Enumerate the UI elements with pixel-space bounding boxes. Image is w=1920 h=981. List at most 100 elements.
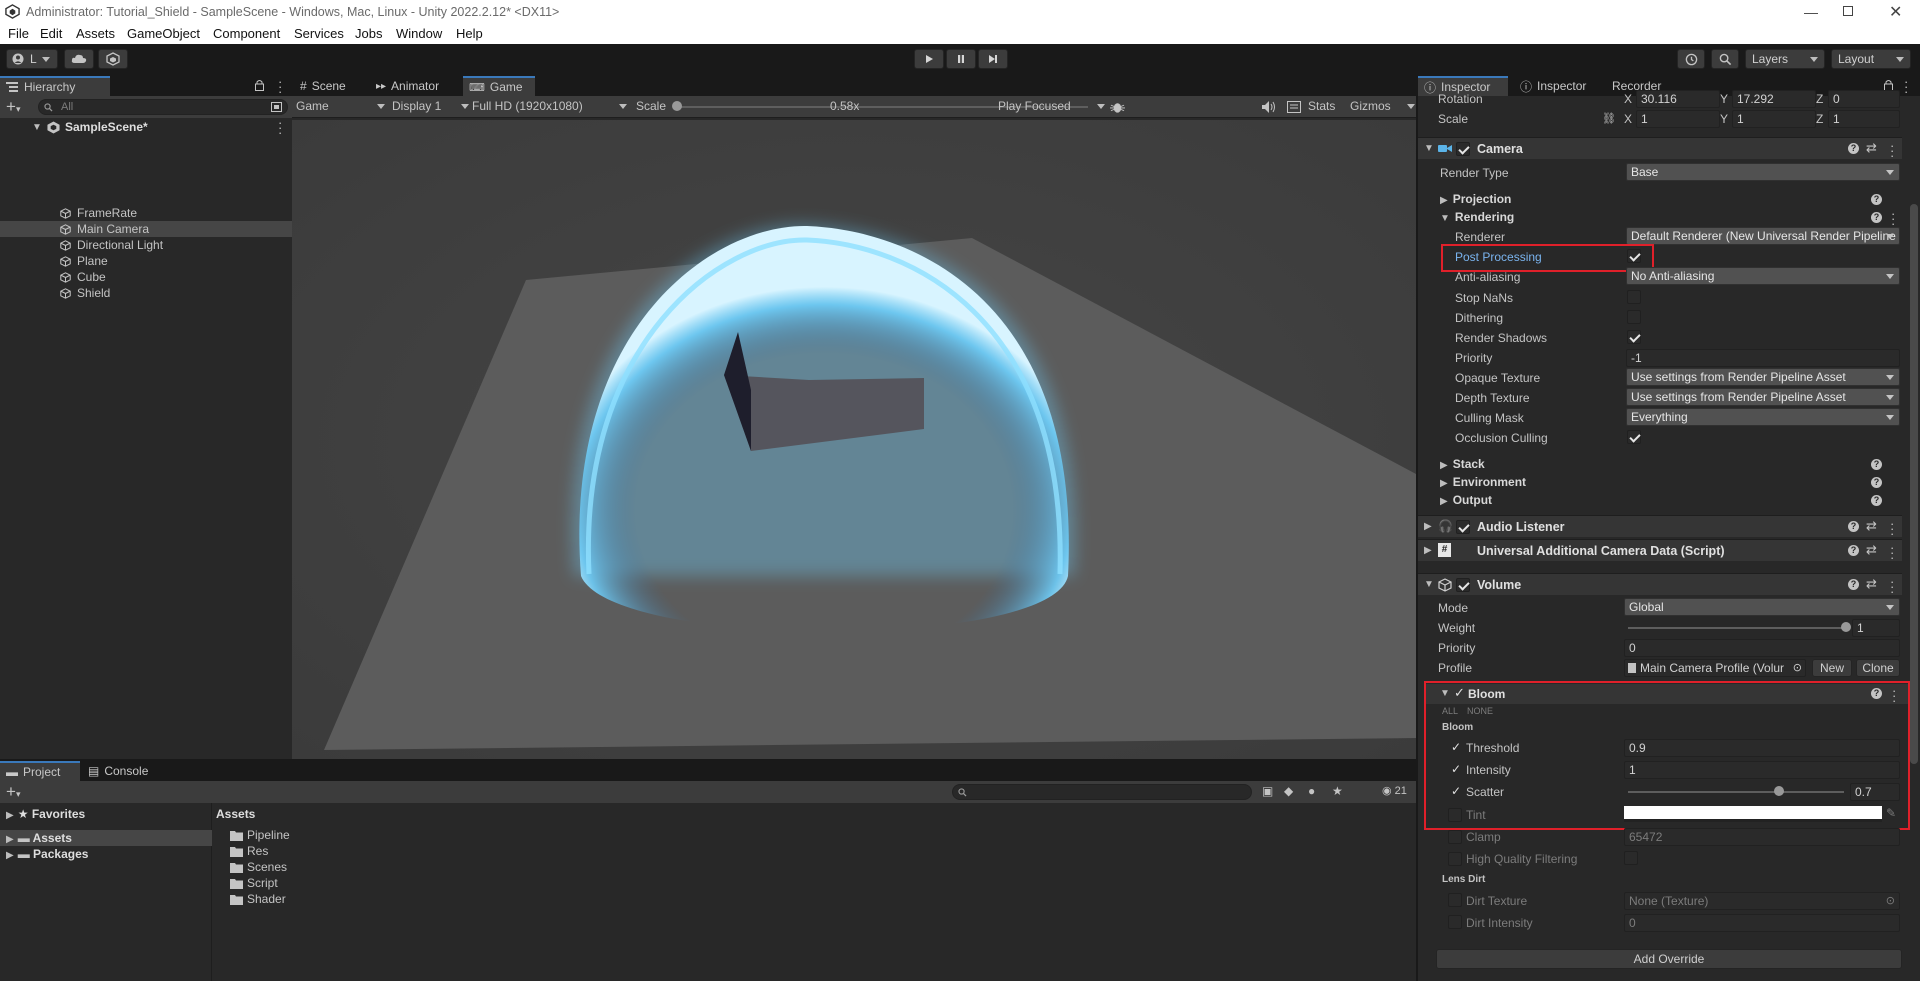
dirt-intensity-override-check[interactable] bbox=[1448, 915, 1462, 929]
rendering-menu-icon[interactable]: · · · bbox=[1891, 207, 1895, 230]
stats-button[interactable]: Stats bbox=[1308, 99, 1335, 113]
assets-breadcrumb[interactable]: Assets bbox=[216, 807, 255, 821]
tab-project[interactable]: ▬ Project bbox=[0, 761, 80, 781]
renderer-dropdown[interactable]: Default Renderer (New Universal Render P… bbox=[1626, 227, 1900, 245]
weight-slider-track[interactable] bbox=[1628, 627, 1846, 629]
audio-mute-icon[interactable] bbox=[1262, 101, 1276, 113]
menu-services[interactable]: Services bbox=[294, 26, 344, 41]
rotation-z-field[interactable]: 0 bbox=[1828, 90, 1900, 108]
inspector-menu-icon[interactable]: · · · bbox=[1904, 76, 1908, 98]
volume-enabled-checkbox[interactable] bbox=[1456, 578, 1470, 592]
menu-jobs[interactable]: Jobs bbox=[355, 26, 382, 41]
help-icon[interactable]: ? bbox=[1848, 143, 1859, 154]
object-picker-icon[interactable]: ⊙ bbox=[1886, 893, 1895, 909]
hq-filter-checkbox[interactable] bbox=[1624, 851, 1638, 865]
camera-priority-field[interactable]: -1 bbox=[1626, 349, 1900, 367]
filter-label-icon[interactable]: ◆ bbox=[1284, 784, 1293, 798]
anti-aliasing-dropdown[interactable]: No Anti-aliasing bbox=[1626, 267, 1900, 285]
resolution-dropdown[interactable]: Full HD (1920x1080) bbox=[472, 99, 632, 113]
output-foldout[interactable]: ▶ Output bbox=[1440, 493, 1492, 507]
preset-icon[interactable]: ⇄ bbox=[1866, 576, 1877, 592]
render-type-dropdown[interactable]: Base bbox=[1626, 163, 1900, 181]
help-icon[interactable]: ? bbox=[1848, 521, 1859, 532]
object-picker-icon[interactable]: ⊙ bbox=[1793, 660, 1802, 676]
project-add-icon[interactable]: +▾ bbox=[6, 782, 20, 802]
occlusion-culling-checkbox[interactable] bbox=[1627, 430, 1641, 444]
tab-inspector-2[interactable]: ⓘ Inspector bbox=[1520, 76, 1610, 96]
intensity-override-check[interactable]: ✓ bbox=[1451, 762, 1461, 776]
output-help-icon[interactable]: ? bbox=[1871, 495, 1882, 506]
projection-foldout[interactable]: ▶ Projection bbox=[1440, 192, 1511, 206]
play-button[interactable] bbox=[914, 49, 944, 69]
bloom-none-button[interactable]: NONE bbox=[1467, 706, 1493, 716]
rendering-foldout[interactable]: ▼ Rendering bbox=[1440, 210, 1514, 224]
volume-weight-field[interactable]: 1 bbox=[1852, 619, 1900, 637]
tab-animator[interactable]: ▸▸ Animator bbox=[376, 76, 454, 96]
close-icon[interactable]: ✕ bbox=[1889, 2, 1902, 22]
menu-file[interactable]: File bbox=[8, 26, 29, 41]
menu-component[interactable]: Component bbox=[213, 26, 280, 41]
add-icon[interactable]: +▾ bbox=[6, 97, 20, 117]
camera-menu-icon[interactable]: · · · bbox=[1890, 139, 1894, 162]
stack-help-icon[interactable]: ? bbox=[1871, 459, 1882, 470]
preset-icon[interactable]: ⇄ bbox=[1866, 140, 1877, 156]
game-mode-dropdown[interactable]: Game bbox=[296, 99, 386, 113]
opaque-texture-dropdown[interactable]: Use settings from Render Pipeline Asset bbox=[1626, 368, 1900, 386]
cloud-button[interactable] bbox=[64, 49, 94, 69]
lock-icon[interactable] bbox=[255, 79, 264, 91]
bloom-header[interactable]: ▼ ✓ Bloom ? · · · bbox=[1426, 684, 1908, 707]
scale-z-field[interactable]: 1 bbox=[1828, 110, 1900, 128]
scale-x-field[interactable]: 1 bbox=[1636, 110, 1720, 128]
history-button[interactable] bbox=[1677, 49, 1705, 69]
bug-icon[interactable] bbox=[1110, 100, 1125, 114]
dirt-texture-override-check[interactable] bbox=[1448, 893, 1462, 907]
link-icon[interactable]: ⛓ bbox=[1602, 112, 1616, 125]
hierarchy-menu-icon[interactable]: · · · bbox=[278, 75, 282, 98]
volume-mode-dropdown[interactable]: Global bbox=[1624, 598, 1900, 616]
weight-slider-thumb[interactable] bbox=[1841, 622, 1851, 632]
account-button[interactable]: L bbox=[6, 49, 58, 69]
volume-menu-icon[interactable]: · · · bbox=[1890, 575, 1894, 598]
threshold-field[interactable]: 0.9 bbox=[1624, 739, 1900, 757]
scale-slider-thumb[interactable] bbox=[672, 101, 682, 111]
scale-y-field[interactable]: 1 bbox=[1732, 110, 1816, 128]
preset-icon[interactable]: ⇄ bbox=[1866, 518, 1877, 534]
project-search-input[interactable] bbox=[952, 784, 1252, 800]
scatter-override-check[interactable]: ✓ bbox=[1451, 784, 1461, 798]
maximize-icon[interactable] bbox=[1843, 6, 1853, 16]
threshold-override-check[interactable]: ✓ bbox=[1451, 740, 1461, 754]
preset-icon[interactable]: ⇄ bbox=[1866, 542, 1877, 558]
hq-filter-override-check[interactable] bbox=[1448, 852, 1462, 866]
help-icon[interactable]: ? bbox=[1848, 545, 1859, 556]
audio-listener-checkbox[interactable] bbox=[1456, 520, 1470, 534]
layout-dropdown[interactable]: Layout bbox=[1831, 49, 1911, 69]
layers-dropdown[interactable]: Layers bbox=[1745, 49, 1825, 69]
bloom-enabled-checkmark[interactable]: ✓ bbox=[1454, 685, 1465, 701]
dirt-intensity-field[interactable]: 0 bbox=[1624, 914, 1900, 932]
rotation-x-field[interactable]: 30.116 bbox=[1636, 90, 1720, 108]
stack-foldout[interactable]: ▶ Stack bbox=[1440, 457, 1485, 471]
tint-override-check[interactable] bbox=[1448, 808, 1462, 822]
bloom-menu-icon[interactable]: · · · bbox=[1892, 684, 1896, 707]
tab-hierarchy[interactable]: Hierarchy bbox=[0, 76, 110, 96]
audio-listener-header[interactable]: ▶ 🎧 Audio Listener ? ⇄ · · · bbox=[1418, 515, 1902, 540]
info-icon[interactable]: ● bbox=[1308, 784, 1315, 798]
projection-help-icon[interactable]: ? bbox=[1871, 194, 1882, 205]
rotation-y-field[interactable]: 17.292 bbox=[1732, 90, 1816, 108]
new-profile-button[interactable]: New bbox=[1812, 659, 1852, 677]
clamp-field[interactable]: 65472 bbox=[1624, 828, 1900, 846]
camera-header[interactable]: ▼ Camera ? ⇄ · · · bbox=[1418, 137, 1902, 162]
menu-window[interactable]: Window bbox=[396, 26, 442, 41]
depth-texture-dropdown[interactable]: Use settings from Render Pipeline Asset bbox=[1626, 388, 1900, 406]
step-button[interactable] bbox=[978, 49, 1008, 69]
search-button[interactable] bbox=[1711, 49, 1739, 69]
hierarchy-search-input[interactable]: All bbox=[38, 99, 288, 115]
inspector-scrollbar[interactable] bbox=[1910, 204, 1918, 764]
collab-button[interactable] bbox=[98, 49, 128, 69]
menu-help[interactable]: Help bbox=[456, 26, 483, 41]
tab-console[interactable]: ▤ Console bbox=[88, 761, 168, 781]
volume-header[interactable]: ▼ Volume ? ⇄ · · · bbox=[1418, 573, 1902, 598]
pause-button[interactable] bbox=[946, 49, 976, 69]
tab-scene[interactable]: # Scene bbox=[300, 76, 370, 96]
minimize-icon[interactable]: — bbox=[1804, 4, 1818, 20]
